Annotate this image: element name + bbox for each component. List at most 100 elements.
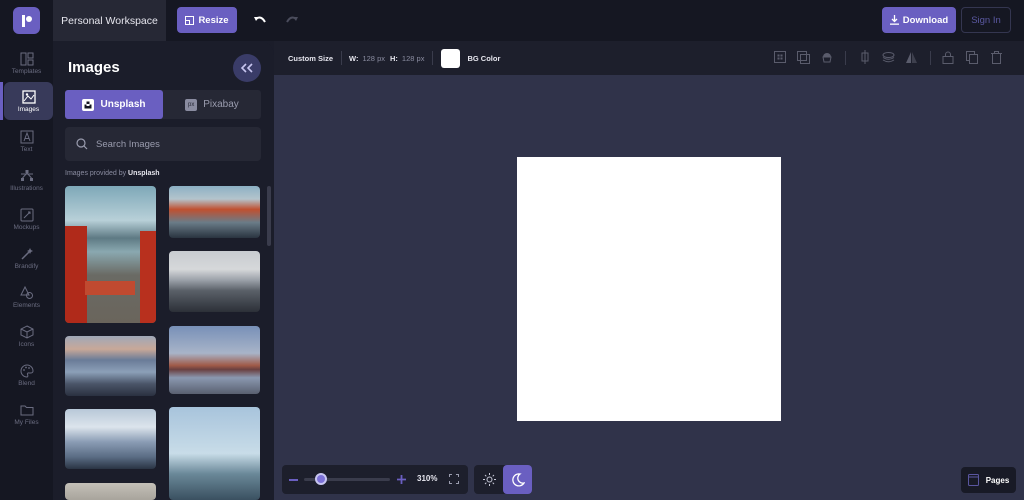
- image-icon: [21, 89, 36, 104]
- logo-icon: [21, 14, 32, 27]
- divider: [432, 51, 434, 65]
- zoom-control: 310%: [282, 465, 468, 494]
- zoom-slider-thumb[interactable]: [315, 473, 328, 485]
- undo-button[interactable]: [251, 11, 269, 29]
- layers-button[interactable]: [880, 49, 896, 65]
- flip-button[interactable]: [903, 49, 919, 65]
- sidebar-nav: Templates Images Text Illustrations Mock…: [0, 41, 53, 500]
- undo-icon: [254, 16, 266, 23]
- sidebar-item-label: Templates: [11, 67, 42, 75]
- grid-icon: [774, 51, 786, 63]
- sign-in-button[interactable]: Sign In: [961, 7, 1011, 33]
- search-icon: [76, 138, 88, 150]
- image-thumbnail[interactable]: [65, 186, 156, 323]
- sidebar-item-brandify[interactable]: Brandify: [0, 239, 53, 277]
- app-logo[interactable]: [13, 7, 40, 34]
- sidebar-item-templates[interactable]: Templates: [0, 44, 53, 82]
- download-button[interactable]: Download: [882, 7, 956, 33]
- size-preset[interactable]: Custom Size: [288, 54, 333, 63]
- delete-button[interactable]: [988, 49, 1004, 65]
- top-bar: Personal Workspace Resize Download Sign …: [0, 0, 1024, 41]
- resize-icon: [185, 15, 195, 25]
- height-value[interactable]: 128 px: [402, 54, 425, 63]
- tab-label: Unsplash: [100, 99, 146, 110]
- lock-button[interactable]: [940, 49, 956, 65]
- text-icon: [20, 130, 33, 143]
- divider: [930, 51, 931, 65]
- sidebar-item-blend[interactable]: Blend: [0, 356, 53, 394]
- image-thumbnail[interactable]: [65, 409, 156, 469]
- fit-screen-icon[interactable]: [449, 474, 459, 484]
- source-tabs: Unsplash px Pixabay: [65, 90, 261, 119]
- panel-scrollbar[interactable]: [267, 186, 271, 246]
- divider: [341, 51, 343, 65]
- artboard[interactable]: [517, 157, 781, 421]
- tab-label: Pixabay: [203, 99, 239, 110]
- image-thumbnail[interactable]: [169, 407, 260, 500]
- panel-title: Images: [68, 59, 120, 76]
- image-thumbnail[interactable]: [169, 186, 260, 238]
- mockups-icon: [20, 208, 33, 221]
- pages-button[interactable]: Pages: [961, 467, 1016, 493]
- sidebar-item-illustrations[interactable]: Illustrations: [0, 161, 53, 199]
- resize-button[interactable]: Resize: [177, 7, 237, 33]
- provider-link[interactable]: Unsplash: [128, 170, 160, 177]
- moon-icon: [511, 472, 525, 487]
- layers-square-icon: [796, 50, 810, 64]
- copy-button[interactable]: [964, 49, 980, 65]
- fill-button[interactable]: [819, 49, 835, 65]
- lock-icon: [942, 51, 954, 64]
- zoom-in-icon[interactable]: [397, 475, 406, 484]
- copy-icon: [965, 50, 978, 64]
- sidebar-item-label: My Files: [14, 418, 39, 426]
- tab-pixabay[interactable]: px Pixabay: [163, 90, 261, 119]
- sidebar-item-label: Illustrations: [10, 184, 43, 192]
- sidebar-item-label: Brandify: [14, 262, 39, 270]
- workspace-name[interactable]: Personal Workspace: [53, 0, 166, 41]
- image-thumbnail[interactable]: [169, 326, 260, 394]
- spacing-button[interactable]: [857, 49, 873, 65]
- sun-icon: [483, 473, 496, 486]
- trash-icon: [990, 50, 1002, 64]
- align-center-icon: [861, 50, 869, 64]
- palette-icon: [20, 363, 34, 378]
- pixabay-icon: px: [185, 98, 198, 111]
- sidebar-item-label: Images: [17, 105, 40, 113]
- download-label: Download: [902, 14, 949, 26]
- sidebar-item-icons[interactable]: Icons: [0, 317, 53, 355]
- image-thumbnail[interactable]: [169, 251, 260, 312]
- bg-color-swatch[interactable]: [441, 48, 461, 68]
- tab-unsplash[interactable]: Unsplash: [65, 90, 163, 119]
- duplicate-layer-button[interactable]: [795, 49, 811, 65]
- width-label: W:: [349, 53, 359, 63]
- magic-wand-icon: [20, 247, 33, 260]
- align-button[interactable]: [772, 49, 788, 65]
- shapes-icon: [19, 285, 33, 299]
- cube-icon: [20, 324, 33, 339]
- sidebar-item-label: Icons: [18, 340, 35, 348]
- search-images[interactable]: [65, 127, 261, 161]
- sidebar-item-label: Elements: [12, 301, 41, 309]
- light-theme-button[interactable]: [478, 468, 501, 491]
- bg-color-label: BG Color: [467, 53, 501, 63]
- images-panel: Images Unsplash px Pixabay Images provid…: [53, 41, 274, 500]
- dark-theme-button[interactable]: [503, 465, 532, 494]
- image-thumbnail[interactable]: [65, 336, 156, 396]
- layers-icon: [882, 51, 894, 62]
- width-value[interactable]: 128 px: [362, 54, 385, 63]
- divider: [845, 51, 846, 65]
- collapse-panel-button[interactable]: [233, 54, 261, 82]
- sidebar-item-my-files[interactable]: My Files: [0, 395, 53, 433]
- sidebar-item-elements[interactable]: Elements: [0, 278, 53, 316]
- image-thumbnail[interactable]: [65, 483, 156, 500]
- sidebar-item-label: Mockups: [13, 223, 40, 231]
- sidebar-item-mockups[interactable]: Mockups: [0, 200, 53, 238]
- zoom-out-icon[interactable]: [289, 479, 298, 481]
- search-input[interactable]: [96, 138, 246, 150]
- pages-label: Pages: [985, 475, 1010, 485]
- sidebar-item-text[interactable]: Text: [0, 122, 53, 160]
- redo-button[interactable]: [283, 11, 301, 29]
- sidebar-item-label: Text: [20, 145, 33, 153]
- theme-toggle: [474, 465, 532, 494]
- sidebar-item-images[interactable]: Images: [0, 82, 53, 120]
